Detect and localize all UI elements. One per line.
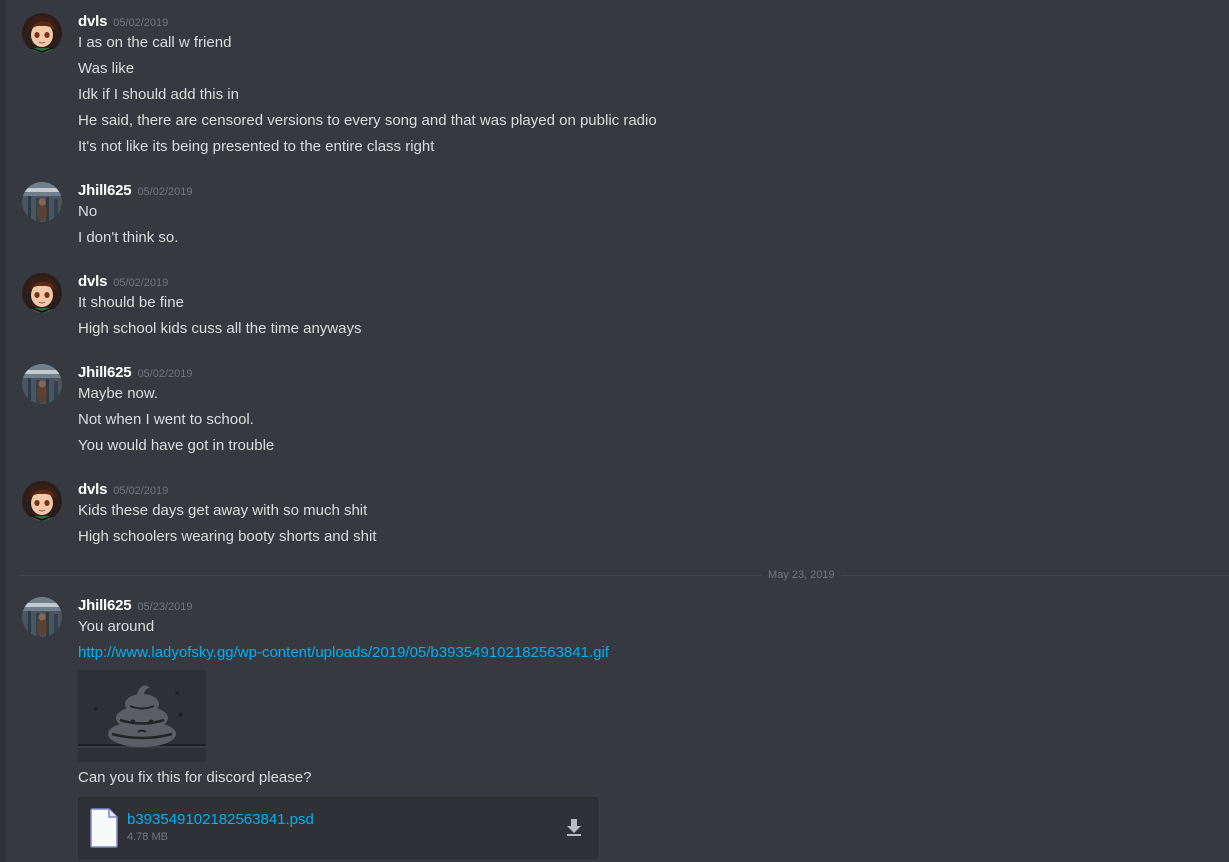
username[interactable]: Jhill625	[78, 182, 132, 199]
username[interactable]: dvls	[78, 13, 107, 30]
message-text: He said, there are censored versions to …	[78, 112, 657, 129]
timestamp: 05/02/2019	[137, 368, 193, 380]
svg-text:●: ●	[178, 711, 183, 718]
message-text: Not when I went to school.	[78, 411, 254, 428]
avatar[interactable]	[22, 273, 62, 313]
message-header: Jhill625 05/02/2019	[78, 364, 193, 384]
message-text: I don't think so.	[78, 229, 179, 246]
username[interactable]: dvls	[78, 481, 107, 498]
message-text: Kids these days get away with so much sh…	[78, 502, 368, 519]
download-icon[interactable]	[563, 816, 585, 838]
gif-link[interactable]: http://www.ladyofsky.gg/wp-content/uploa…	[78, 644, 609, 661]
message-header: Jhill625 05/02/2019	[78, 182, 193, 202]
chat-messages: dvls 05/02/2019 I as on the call w friend…	[6, 0, 1229, 862]
message-text: It should be fine	[78, 294, 184, 311]
message-link-line: http://www.ladyofsky.gg/wp-content/uploa…	[78, 643, 609, 663]
message-text: You around	[78, 618, 155, 635]
username[interactable]: Jhill625	[78, 597, 132, 614]
timestamp: 05/23/2019	[137, 601, 193, 613]
message-text: Maybe now.	[78, 385, 159, 402]
message-text: High school kids cuss all the time anywa…	[78, 320, 362, 337]
message-text: Idk if I should add this in	[78, 86, 239, 103]
date-divider-label: May 23, 2019	[762, 568, 841, 582]
username[interactable]: Jhill625	[78, 364, 132, 381]
file-icon	[89, 808, 119, 848]
date-divider-line	[20, 575, 1229, 576]
message-text: No	[78, 203, 98, 220]
svg-text:✦: ✦	[92, 705, 100, 715]
message-text: Was like	[78, 60, 135, 77]
svg-text:✕: ✕	[174, 689, 181, 698]
message-text: High schoolers wearing booty shorts and …	[78, 528, 377, 545]
message-text: Can you fix this for discord please?	[78, 769, 312, 786]
avatar[interactable]	[22, 481, 62, 521]
file-name-link[interactable]: b393549102182563841.psd	[127, 811, 314, 829]
avatar[interactable]	[22, 597, 62, 637]
timestamp: 05/02/2019	[113, 277, 169, 289]
timestamp: 05/02/2019	[113, 17, 169, 29]
avatar[interactable]	[22, 182, 62, 222]
message-header: dvls 05/02/2019	[78, 481, 168, 501]
message-text: You would have got in trouble	[78, 437, 275, 454]
file-attachment: b393549102182563841.psd 4.78 MB	[78, 797, 598, 859]
username[interactable]: dvls	[78, 273, 107, 290]
message-header: dvls 05/02/2019	[78, 13, 168, 33]
poop-emoji-image[interactable]: ✦ ✕ ●	[78, 670, 206, 762]
message-text: It's not like its being presented to the…	[78, 138, 435, 155]
avatar[interactable]	[22, 364, 62, 404]
message-text: I as on the call w friend	[78, 34, 232, 51]
message-header: dvls 05/02/2019	[78, 273, 168, 293]
timestamp: 05/02/2019	[113, 485, 169, 497]
avatar[interactable]	[22, 13, 62, 53]
message-header: Jhill625 05/23/2019	[78, 597, 193, 617]
timestamp: 05/02/2019	[137, 186, 193, 198]
file-size: 4.78 MB	[127, 831, 168, 843]
